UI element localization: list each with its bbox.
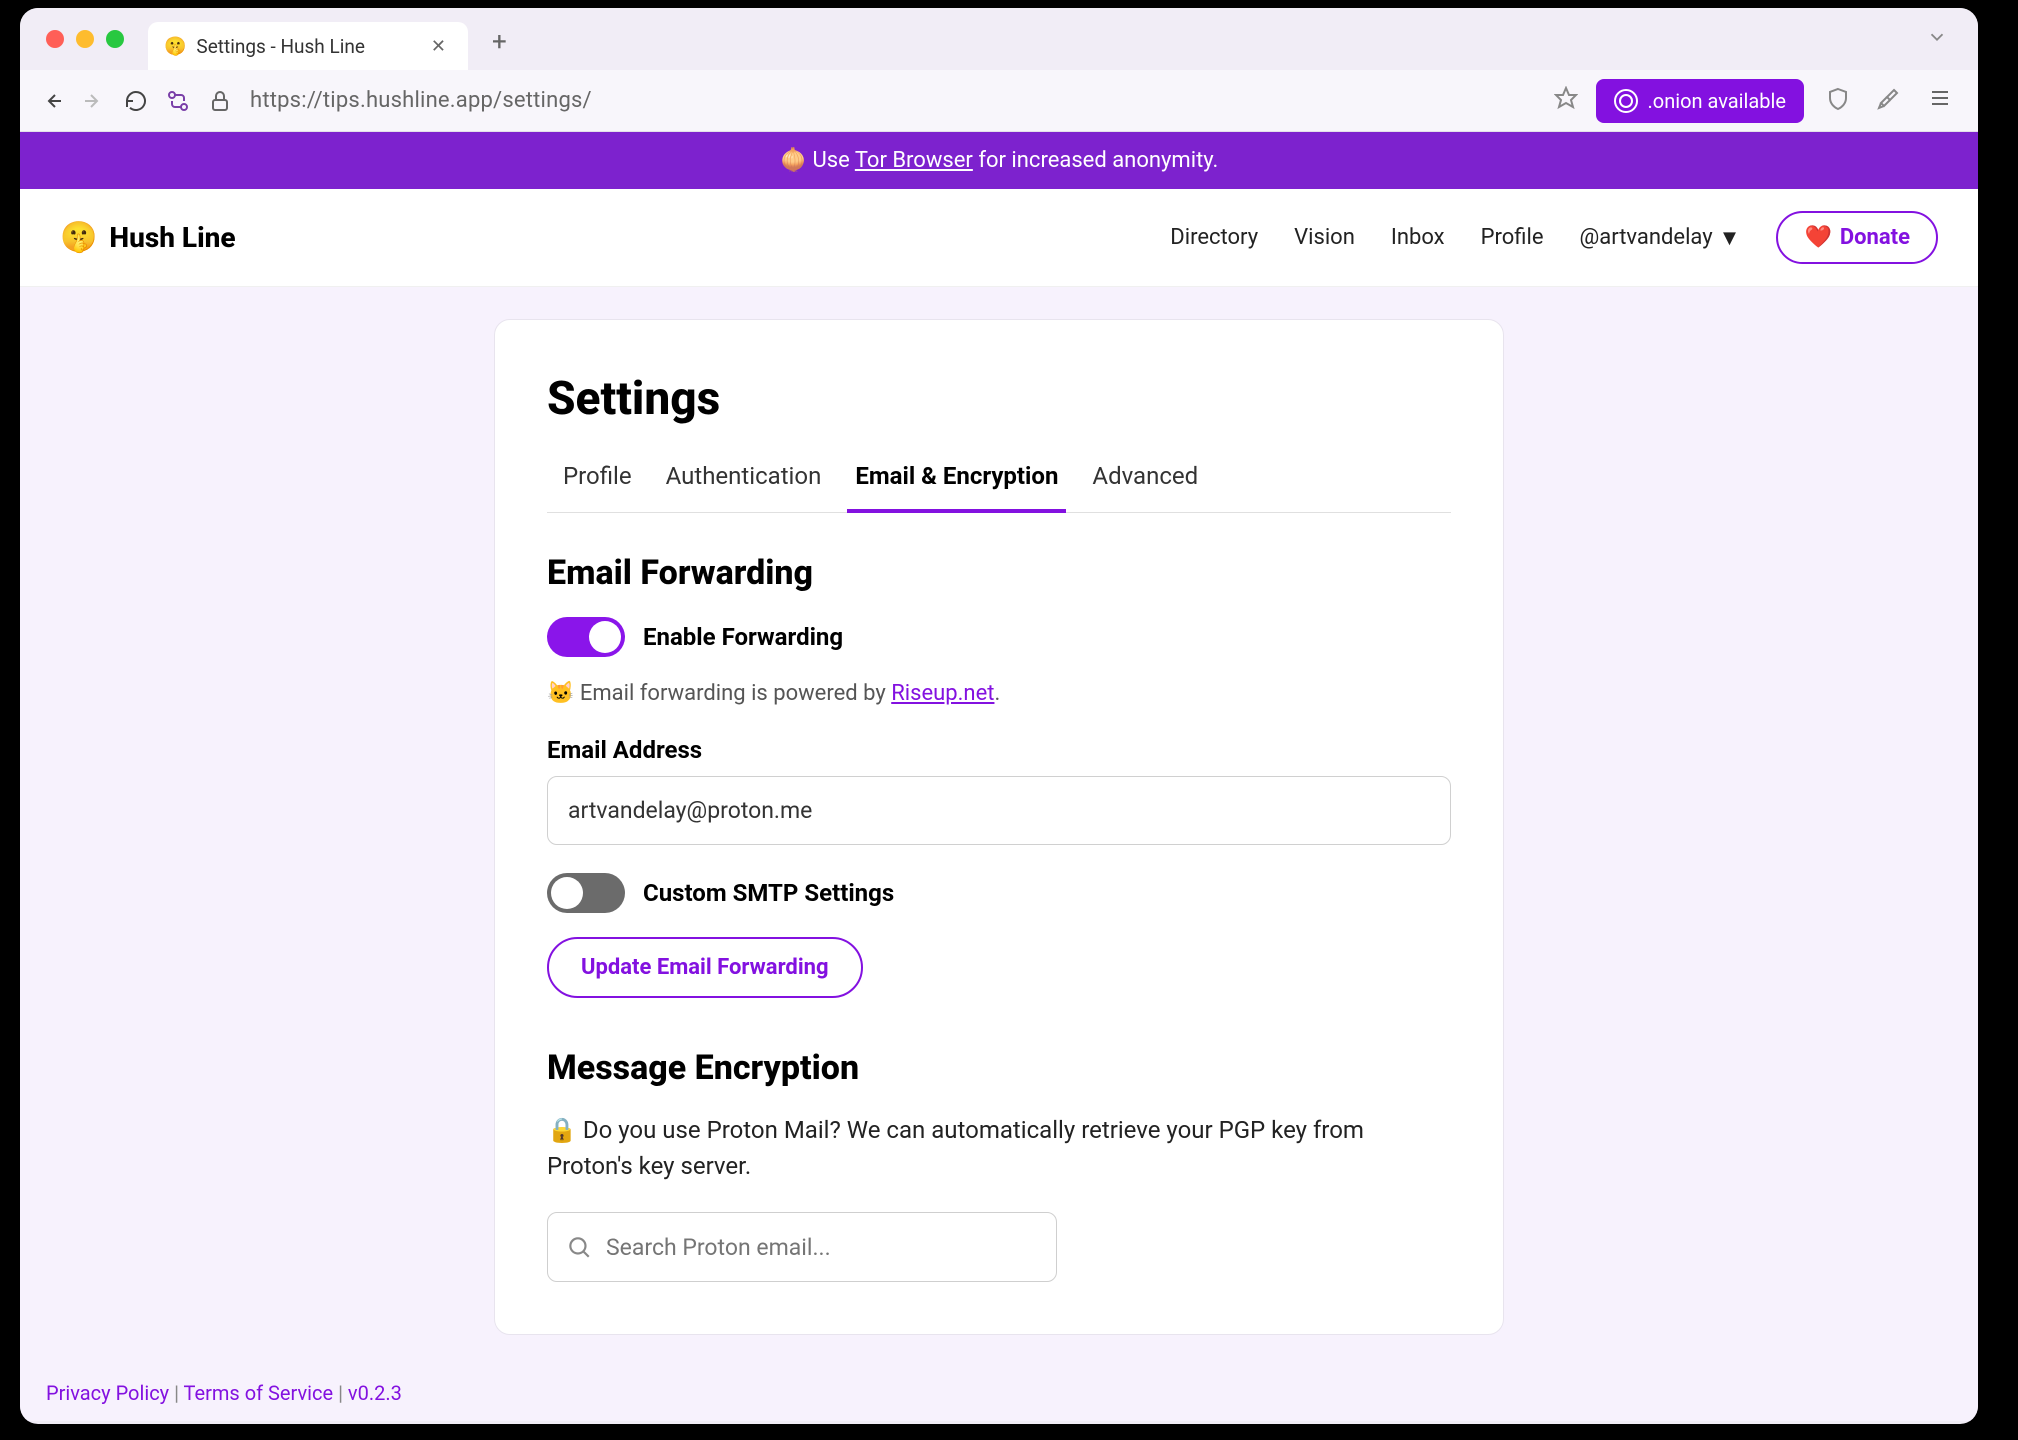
shield-icon[interactable] [1822,87,1854,115]
toggle-knob [551,877,583,909]
close-window-button[interactable] [46,30,64,48]
settings-card: Settings Profile Authentication Email & … [494,319,1504,1335]
banner-emoji: 🧅 [780,148,807,173]
nav-profile[interactable]: Profile [1481,225,1544,250]
nav-inbox[interactable]: Inbox [1391,225,1445,250]
logo[interactable]: 🤫 Hush Line [60,220,236,255]
bookmark-star-icon[interactable] [1554,86,1578,116]
reload-button[interactable] [124,89,148,113]
tab-title: Settings - Hush Line [196,35,414,58]
url-text[interactable]: https://tips.hushline.app/settings/ [250,88,1536,113]
enable-forwarding-label: Enable Forwarding [643,623,843,651]
poweredby-text: 🐱 Email forwarding is powered by Riseup.… [547,681,1451,706]
tor-circuit-icon[interactable] [166,89,190,113]
tab-advanced[interactable]: Advanced [1092,462,1198,512]
page-content: Settings Profile Authentication Email & … [20,287,1978,1421]
minimize-window-button[interactable] [76,30,94,48]
email-address-label: Email Address [547,736,1451,764]
tabs-dropdown-button[interactable] [1908,26,1966,53]
encryption-description: 🔒 Do you use Proton Mail? We can automat… [547,1112,1451,1184]
nav-vision[interactable]: Vision [1294,225,1355,250]
anonymity-banner: 🧅 Use Tor Browser for increased anonymit… [20,132,1978,189]
tor-browser-link[interactable]: Tor Browser [855,148,973,173]
tab-email-encryption[interactable]: Email & Encryption [855,462,1058,512]
heart-icon: ❤️ [1804,225,1831,250]
proton-search-wrap [547,1212,1057,1282]
custom-smtp-label: Custom SMTP Settings [643,879,894,907]
app-menu-button[interactable] [1922,86,1958,116]
email-address-input[interactable] [547,776,1451,845]
nav-user-menu[interactable]: @artvandelay ▼ [1579,225,1740,251]
nav-user-label: @artvandelay [1579,225,1712,250]
donate-button[interactable]: ❤️ Donate [1776,211,1938,264]
version-link[interactable]: v0.2.3 [348,1381,402,1405]
privacy-policy-link[interactable]: Privacy Policy [46,1381,169,1405]
tab-profile[interactable]: Profile [563,462,632,512]
maximize-window-button[interactable] [106,30,124,48]
new-tab-button[interactable]: + [478,27,521,57]
window-controls [32,30,138,48]
update-email-forwarding-button[interactable]: Update Email Forwarding [547,937,863,998]
broom-icon[interactable] [1872,87,1904,115]
proton-search-input[interactable] [592,1234,1038,1261]
riseup-link[interactable]: Riseup.net [891,681,994,706]
enable-forwarding-toggle[interactable] [547,617,625,657]
tab-authentication[interactable]: Authentication [666,462,822,512]
footer-links: Privacy Policy | Terms of Service | v0.2… [46,1381,402,1405]
lock-icon[interactable] [208,89,232,113]
toggle-knob [589,621,621,653]
page-title: Settings [547,372,1451,426]
settings-tabs: Profile Authentication Email & Encryptio… [547,462,1451,513]
search-icon [566,1234,592,1260]
browser-tab[interactable]: 🤫 Settings - Hush Line ✕ [148,22,468,70]
tab-bar: 🤫 Settings - Hush Line ✕ + [20,8,1978,70]
chevron-down-icon: ▼ [1719,225,1741,251]
nav-directory[interactable]: Directory [1170,225,1258,250]
forward-button[interactable] [82,89,106,113]
logo-emoji-icon: 🤫 [60,220,97,255]
primary-nav: Directory Vision Inbox Profile @artvande… [1170,211,1938,264]
donate-label: Donate [1840,225,1910,250]
banner-suffix: for increased anonymity. [973,148,1218,173]
message-encryption-title: Message Encryption [547,1048,1451,1088]
onion-icon [1614,89,1638,113]
back-button[interactable] [40,89,64,113]
browser-window: 🤫 Settings - Hush Line ✕ + https://tips.… [20,8,1978,1424]
onion-label: .onion available [1648,89,1786,113]
email-forwarding-title: Email Forwarding [547,553,1451,593]
custom-smtp-toggle[interactable] [547,873,625,913]
tab-close-button[interactable]: ✕ [425,36,452,57]
terms-link[interactable]: Terms of Service [184,1381,334,1405]
tab-favicon-icon: 🤫 [164,36,186,57]
custom-smtp-row: Custom SMTP Settings [547,873,1451,913]
logo-text: Hush Line [109,221,235,254]
enable-forwarding-row: Enable Forwarding [547,617,1451,657]
banner-prefix: Use [807,148,855,173]
url-bar: https://tips.hushline.app/settings/ .oni… [20,70,1978,132]
site-header: 🤫 Hush Line Directory Vision Inbox Profi… [20,189,1978,287]
onion-available-button[interactable]: .onion available [1596,79,1804,123]
